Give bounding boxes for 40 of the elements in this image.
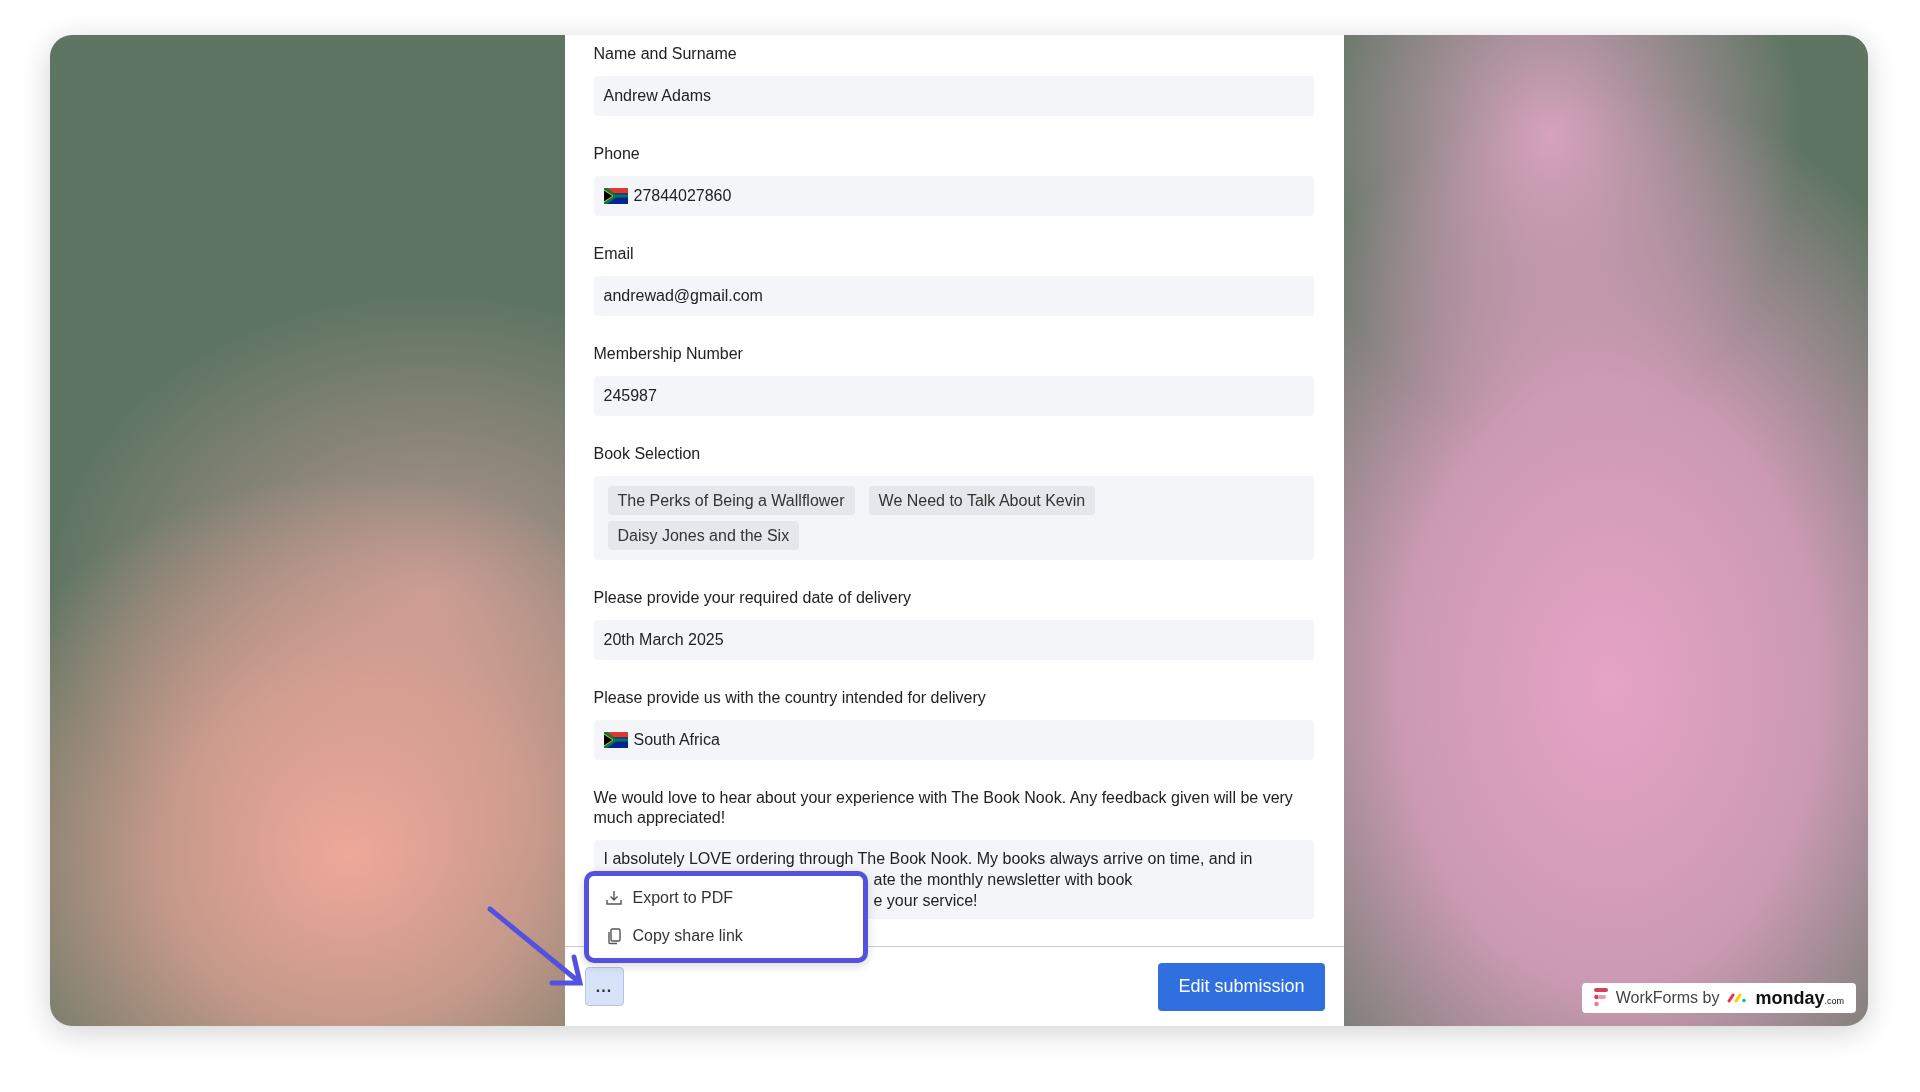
field-label: Please provide us with the country intended for delivery [593,688,987,708]
field-text: 27844027860 [633,187,732,205]
field-label: Phone [593,144,641,164]
feedback-text: e your service! [873,891,978,911]
forms-logo-icon [1593,988,1608,1008]
book-tag: The Perks of Being a Wallflower [607,486,855,515]
workforms-badge[interactable]: WorkForms by monday.com [1581,983,1856,1013]
menu-item[interactable]: Copy share link [632,927,743,945]
download-icon [604,889,623,907]
field-value[interactable]: Andrew Adams [593,76,1314,116]
book-tag: Daisy Jones and the Six [607,521,800,550]
badge-text: WorkForms by [1615,989,1720,1007]
field-label: Book Selection [593,444,702,464]
tags-field[interactable]: The Perks of Being a Wallflower We Need to Talk About Kevin Daisy Jones and the Six [593,476,1314,560]
flag-icon [603,188,628,204]
field-label: Name and Surname [593,44,738,64]
field-text: Andrew Adams [603,87,712,105]
menu-item[interactable]: Export to PDF [632,889,733,907]
brand-name: monday [1755,987,1825,1009]
field-label: We would love to hear about your experience with The Book Nook. Any feedback given will be very much appreciated! [593,788,1294,828]
monday-logo-icon [1727,993,1748,1003]
brand-suffix: .com [1824,996,1844,1006]
edit-submission-button[interactable]: Edit submission [1158,962,1325,1011]
field-text: 245987 [603,387,657,405]
field-value[interactable]: 245987 [593,376,1314,416]
flag-icon [603,732,628,748]
field-label: Email [593,244,635,264]
feedback-text: ate the monthly newsletter with book [873,870,1133,890]
field-text: andrewad@gmail.com [603,287,763,305]
field-value[interactable]: South Africa [593,720,1314,760]
more-button[interactable]: ... [584,967,624,1006]
field-value[interactable]: andrewad@gmail.com [593,276,1314,316]
field-value[interactable]: 20th March 2025 [593,620,1314,660]
feedback-text: I absolutely LOVE ordering through The Book Nook. My books always arrive on time, and in [603,849,1253,869]
field-label: Membership Number [593,344,744,364]
field-value[interactable]: 27844027860 [593,176,1314,216]
field-label: Please provide your required date of delivery [593,588,912,608]
field-text: South Africa [633,731,720,749]
field-text: 20th March 2025 [603,631,724,649]
book-tag: We Need to Talk About Kevin [868,486,1096,515]
